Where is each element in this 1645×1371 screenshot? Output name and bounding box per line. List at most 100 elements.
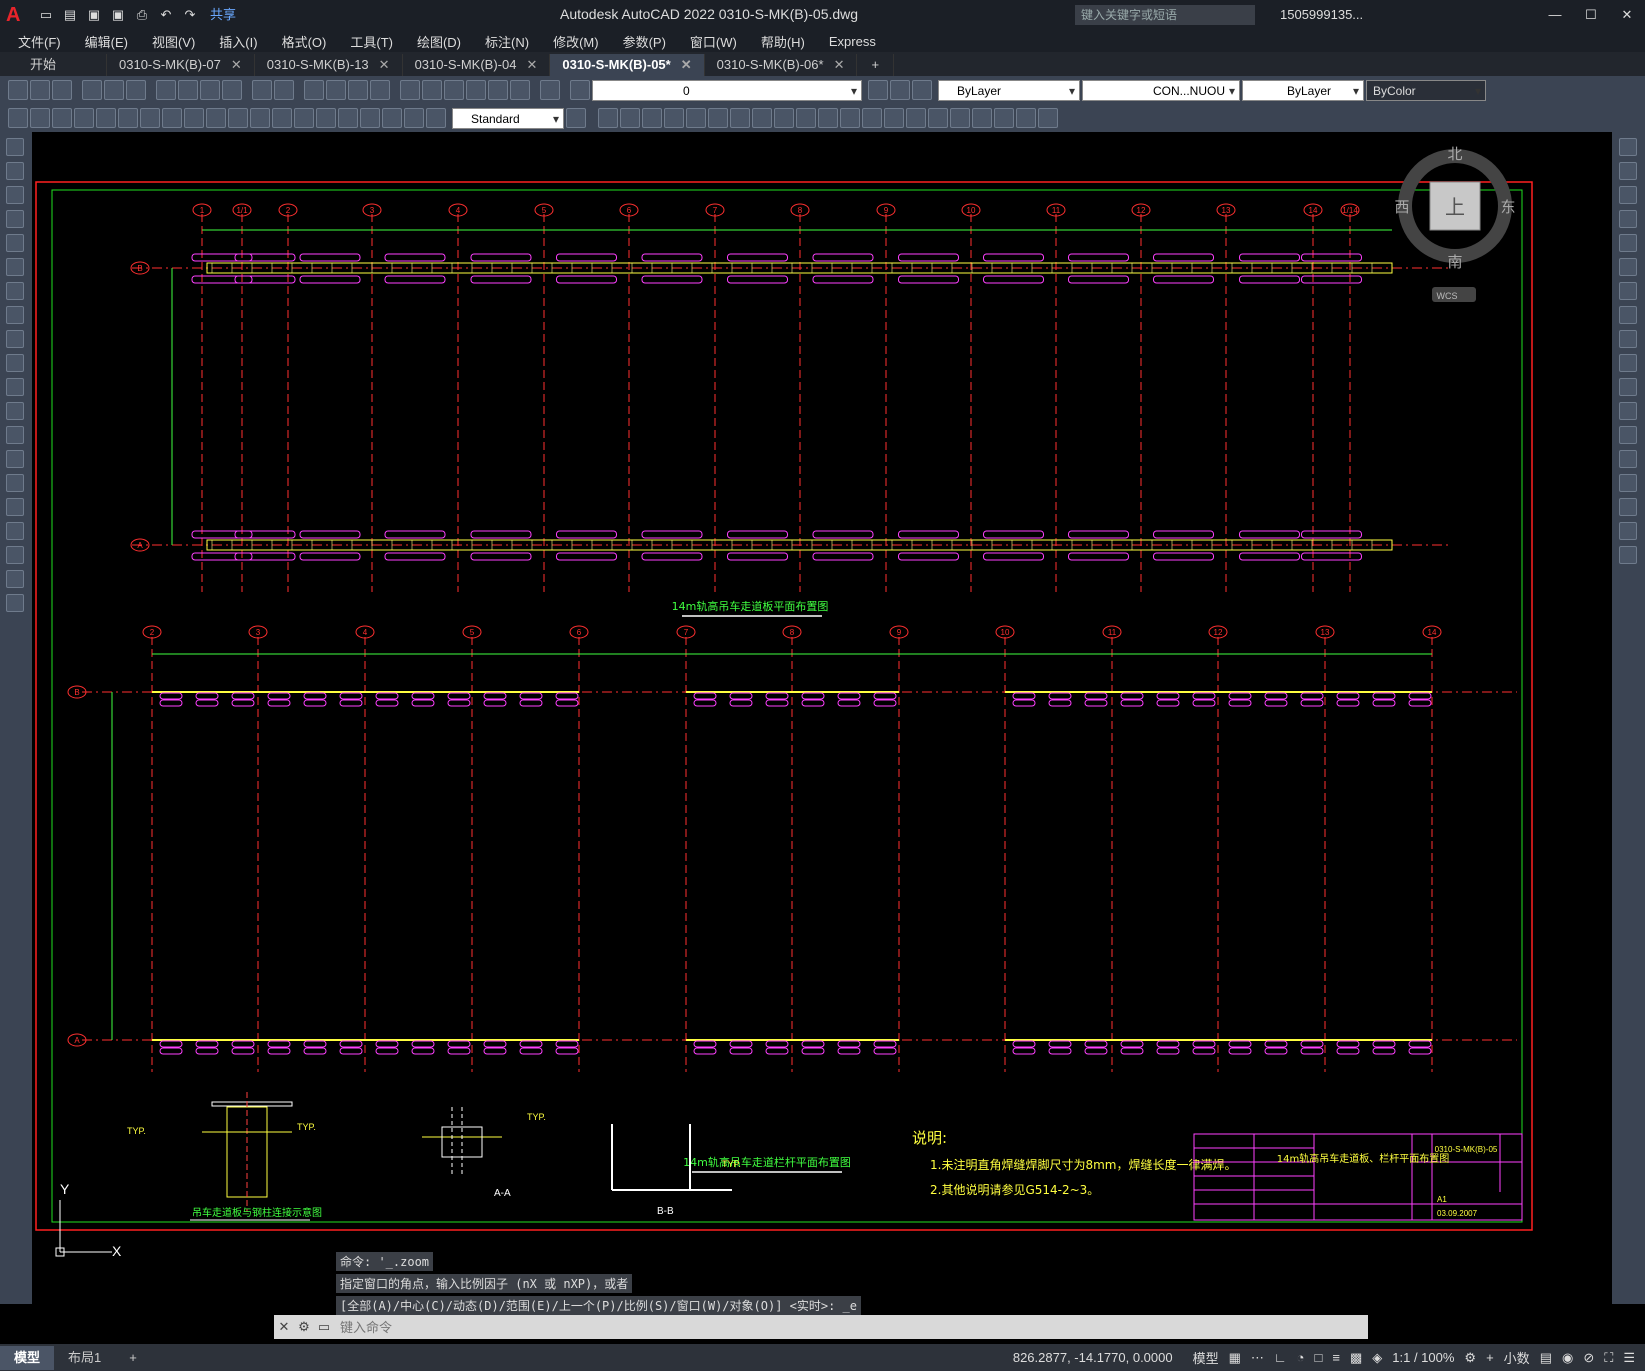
modify-fillet-icon[interactable] <box>906 108 926 128</box>
mirror-icon[interactable] <box>1619 186 1637 204</box>
make-current-layer-icon[interactable] <box>868 80 888 100</box>
ortho-icon[interactable]: ∟ <box>1274 1350 1287 1365</box>
menu-help[interactable]: 帮助(H) <box>761 32 805 51</box>
properties-icon[interactable] <box>400 80 420 100</box>
save-icon[interactable] <box>52 80 72 100</box>
copy-icon[interactable] <box>178 80 198 100</box>
layer-state-icon[interactable] <box>912 80 932 100</box>
search-input[interactable]: 键入关键字或短语 <box>1075 5 1255 25</box>
modify-scale-icon[interactable] <box>752 108 772 128</box>
layer-dropdown[interactable]: 0 <box>592 79 862 102</box>
dim-arc-icon[interactable] <box>52 108 72 128</box>
linetype-dropdown[interactable]: CON...NUOU <box>1082 79 1240 102</box>
tab-06[interactable]: 0310-S-MK(B)-06* ✕ <box>705 54 858 76</box>
publish-icon[interactable] <box>126 80 146 100</box>
xline-icon[interactable] <box>6 162 24 180</box>
layer-properties-icon[interactable] <box>570 80 590 100</box>
zoom-window-icon[interactable] <box>348 80 368 100</box>
modify-move-icon[interactable] <box>708 108 728 128</box>
mtext-icon[interactable] <box>6 570 24 588</box>
command-recent-icon[interactable]: ▭ <box>314 1319 334 1335</box>
grid-icon[interactable]: ▦ <box>1229 1350 1241 1366</box>
close-icon[interactable]: ✕ <box>1609 0 1645 30</box>
dim-diameter-icon[interactable] <box>140 108 160 128</box>
insert-block-icon[interactable] <box>6 402 24 420</box>
transparency-icon[interactable]: ▩ <box>1350 1350 1362 1366</box>
snap-icon[interactable]: ⋯ <box>1251 1350 1264 1366</box>
menu-express[interactable]: Express <box>829 34 876 49</box>
autocad-logo-icon[interactable]: A <box>6 3 30 27</box>
close-icon[interactable]: ✕ <box>379 54 390 76</box>
erase-icon[interactable] <box>1619 138 1637 156</box>
hatch-icon[interactable] <box>6 474 24 492</box>
make-block-icon[interactable] <box>6 426 24 444</box>
tab-05[interactable]: 0310-S-MK(B)-05* ✕ <box>550 54 705 76</box>
sheet-set-icon[interactable] <box>466 80 486 100</box>
markup-icon[interactable] <box>488 80 508 100</box>
open-icon[interactable]: ▤ <box>60 5 80 25</box>
dim-update-icon[interactable] <box>426 108 446 128</box>
plot-icon[interactable] <box>82 80 102 100</box>
dim-edit-icon[interactable] <box>382 108 402 128</box>
gradient-icon[interactable] <box>6 498 24 516</box>
tolerance-icon[interactable] <box>294 108 314 128</box>
viewcube-west[interactable]: 西 <box>1394 199 1409 216</box>
maximize-icon[interactable]: ☐ <box>1573 0 1609 30</box>
undo-icon[interactable]: ↶ <box>156 5 176 25</box>
tab-07[interactable]: 0310-S-MK(B)-07 ✕ <box>107 54 255 76</box>
viewcube-north[interactable]: 北 <box>1447 146 1462 163</box>
dim-ordinate-icon[interactable] <box>74 108 94 128</box>
explode-icon[interactable] <box>1619 546 1637 564</box>
dim-baseline-icon[interactable] <box>206 108 226 128</box>
add-selected-icon[interactable] <box>6 594 24 612</box>
plus-icon[interactable]: + <box>1486 1350 1494 1365</box>
modify-erase-icon[interactable] <box>598 108 618 128</box>
command-input[interactable] <box>334 1317 1368 1337</box>
modify-extend-icon[interactable] <box>818 108 838 128</box>
polar-icon[interactable]: ◔ <box>1297 1350 1305 1365</box>
fullscreen-icon[interactable]: ⛶ <box>1604 1350 1613 1366</box>
ellipse-arc-icon[interactable] <box>6 378 24 396</box>
quick-dim-icon[interactable] <box>184 108 204 128</box>
new-icon[interactable] <box>8 80 28 100</box>
close-icon[interactable]: ✕ <box>526 54 537 76</box>
rectangle-icon[interactable] <box>6 234 24 252</box>
help-icon[interactable] <box>540 80 560 100</box>
dim-jogged-icon[interactable] <box>118 108 138 128</box>
close-icon[interactable]: ✕ <box>231 54 242 76</box>
inspect-icon[interactable] <box>338 108 358 128</box>
dim-break-icon[interactable] <box>272 108 292 128</box>
block-insert-icon[interactable] <box>950 108 970 128</box>
modify-break-icon[interactable] <box>840 108 860 128</box>
modify-copy-icon[interactable] <box>620 108 640 128</box>
modify-mirror-icon[interactable] <box>642 108 662 128</box>
dim-space-icon[interactable] <box>250 108 270 128</box>
menu-file[interactable]: 文件(F) <box>18 32 61 51</box>
layer-previous-icon[interactable] <box>890 80 910 100</box>
plot-icon[interactable]: ⎙ <box>132 5 152 25</box>
offset-icon[interactable] <box>1619 210 1637 228</box>
design-center-icon[interactable] <box>422 80 442 100</box>
redo-icon[interactable]: ↷ <box>180 5 200 25</box>
undo-icon[interactable] <box>252 80 272 100</box>
color-dropdown[interactable]: ByLayer <box>938 79 1080 102</box>
save-icon[interactable]: ▣ <box>84 5 104 25</box>
saveas-icon[interactable]: ▣ <box>108 5 128 25</box>
rotate-icon[interactable] <box>1619 282 1637 300</box>
properties-icon[interactable]: ▤ <box>1540 1350 1552 1366</box>
point-icon[interactable] <box>6 450 24 468</box>
menu-modify[interactable]: 修改(M) <box>553 32 599 51</box>
model-space-toggle[interactable]: 模型 <box>1193 1348 1219 1367</box>
circle-icon[interactable] <box>6 282 24 300</box>
menu-edit[interactable]: 编辑(E) <box>85 32 128 51</box>
annotation-scale[interactable]: 1:1 / 100% <box>1392 1350 1454 1365</box>
tool-palettes-icon[interactable] <box>444 80 464 100</box>
add-layout-button[interactable]: + <box>115 1346 151 1370</box>
stretch-icon[interactable] <box>1619 330 1637 348</box>
preview-icon[interactable] <box>104 80 124 100</box>
tab-layout1[interactable]: 布局1 <box>54 1346 115 1370</box>
selection-cycling-icon[interactable]: ◈ <box>1372 1350 1382 1366</box>
viewcube-east[interactable]: 东 <box>1500 199 1515 216</box>
command-close-icon[interactable]: ✕ <box>274 1319 294 1335</box>
lineweight-dropdown[interactable]: ByLayer <box>1242 79 1364 102</box>
